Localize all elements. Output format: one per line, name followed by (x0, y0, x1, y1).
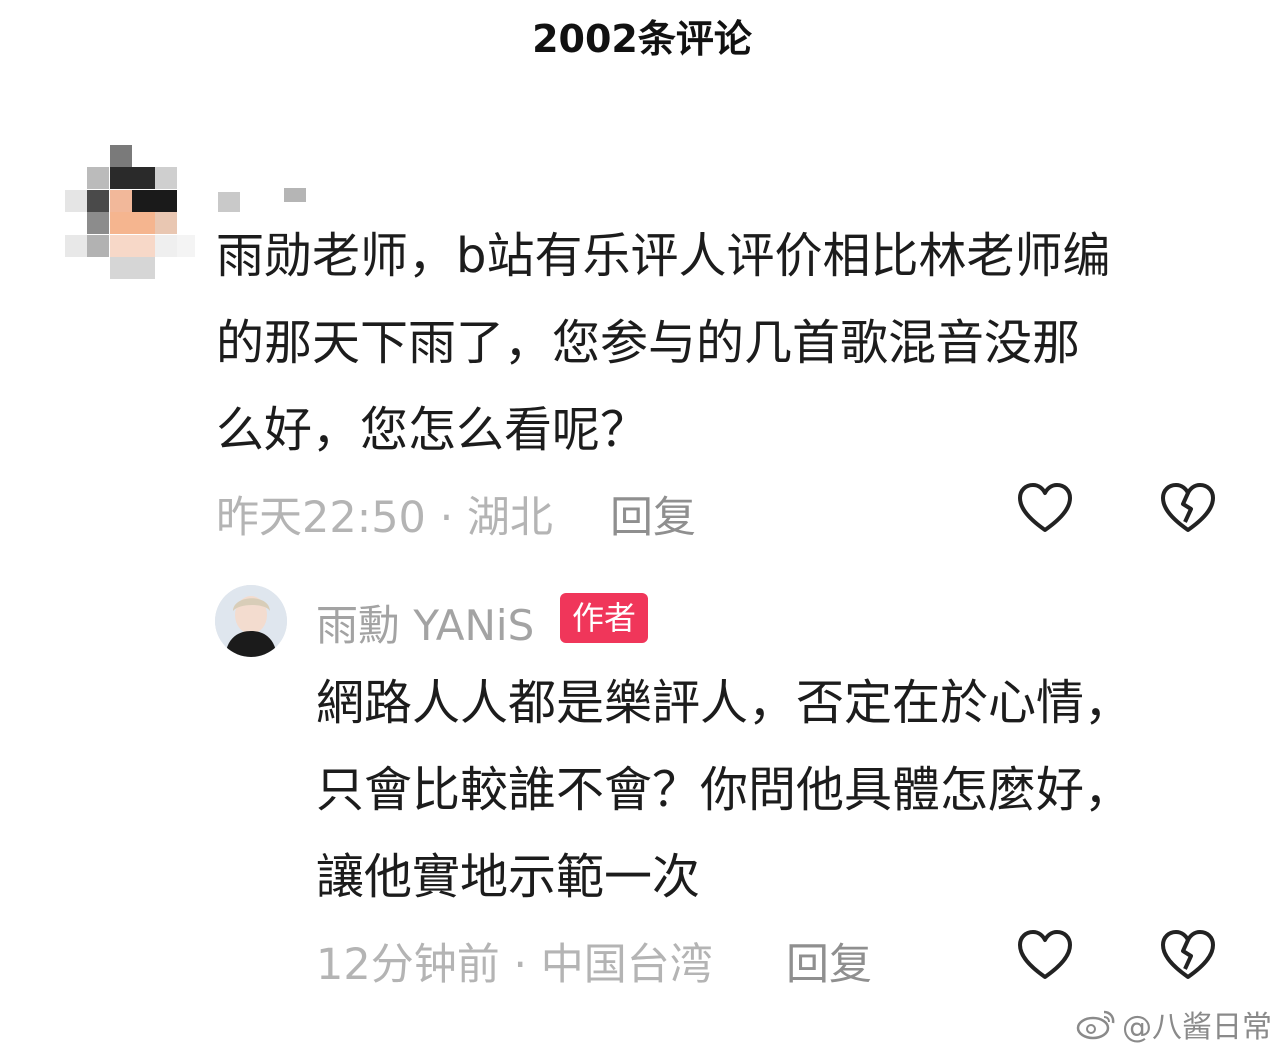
like-button[interactable] (1015, 478, 1075, 538)
comment-line: 的那天下雨了，您参与的几首歌混音没那 (216, 315, 1081, 371)
watermark: @八酱日常 (1076, 1002, 1272, 1046)
broken-heart-icon (1161, 930, 1215, 979)
author-badge: 作者 (560, 593, 649, 643)
comment-time-location: 昨天22:50 · 湖北 (216, 493, 553, 543)
comment-line: 雨勋老师，b站有乐评人评价相比林老师编 (216, 228, 1111, 284)
watermark-text: @八酱日常 (1122, 1010, 1272, 1045)
dislike-button[interactable] (1158, 478, 1218, 538)
reply-line: 只會比較誰不會？你問他具體怎麼好， (316, 762, 1133, 818)
comments-count-title: 2002条评论 (532, 17, 752, 61)
comment-line: 么好，您怎么看呢？ (216, 402, 649, 458)
reply-line: 讓他實地示範一次 (316, 849, 701, 905)
reply-reply-button[interactable]: 回复 (786, 930, 872, 992)
comment-body: 雨勋老师，b站有乐评人评价相比林老师编 的那天下雨了，您参与的几首歌混音没那 么… (216, 213, 1110, 474)
reply-like-button[interactable] (1015, 925, 1075, 985)
commenter-name-redacted (218, 188, 308, 212)
reply-time-location: 12分钟前 · 中国台湾 (316, 940, 713, 990)
author-avatar[interactable] (215, 585, 287, 657)
comment-reply-button[interactable]: 回复 (610, 483, 696, 545)
weibo-logo-icon (1076, 1010, 1115, 1040)
heart-outline-icon (1018, 930, 1072, 979)
broken-heart-icon (1161, 483, 1215, 532)
reply-line: 網路人人都是樂評人，否定在於心情， (316, 675, 1133, 731)
author-name[interactable]: 雨勳 YANiS (316, 592, 534, 653)
commenter-avatar[interactable] (65, 145, 195, 280)
heart-outline-icon (1018, 483, 1072, 532)
reply-body: 網路人人都是樂評人，否定在於心情， 只會比較誰不會？你問他具體怎麼好， 讓他實地… (316, 660, 1132, 921)
reply-dislike-button[interactable] (1158, 925, 1218, 985)
